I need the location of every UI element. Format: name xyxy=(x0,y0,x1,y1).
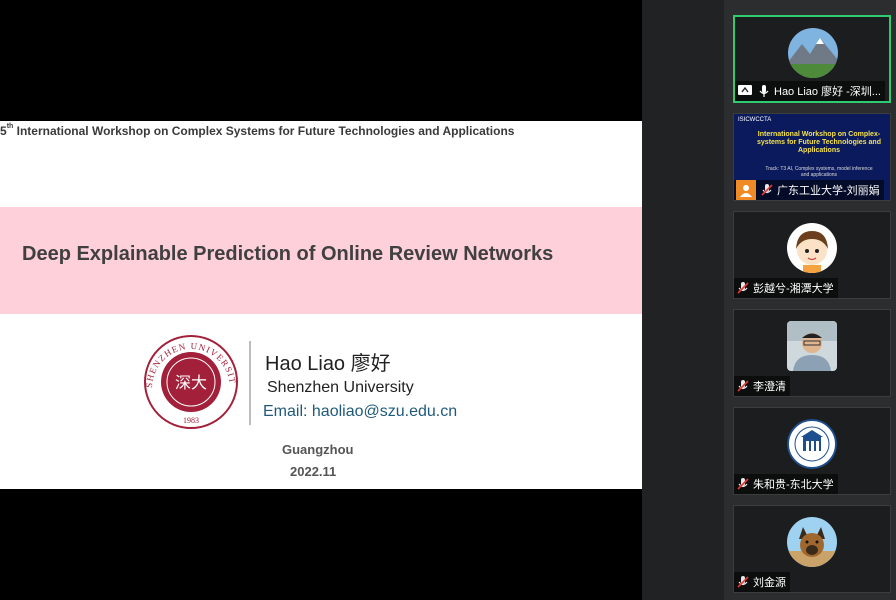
muted-microphone-icon xyxy=(760,183,774,197)
city: Guangzhou xyxy=(282,442,354,457)
participant-namebar: 广东工业大学-刘丽娟 xyxy=(734,180,884,200)
participant-panel[interactable]: Hao Liao 廖好 -深圳... ISICWCCTA Internation… xyxy=(724,0,896,600)
workshop-title: 5th International Workshop on Complex Sy… xyxy=(0,123,515,138)
affiliation: Shenzhen University xyxy=(267,379,414,396)
participant-avatar xyxy=(787,419,837,469)
author-name: Hao Liao 廖好 xyxy=(265,353,391,375)
muted-microphone-icon xyxy=(736,379,750,393)
screen-share-icon xyxy=(737,84,753,98)
participant-name: 刘金源 xyxy=(753,577,786,589)
participant-tile[interactable]: Hao Liao 廖好 -深圳... xyxy=(733,15,891,103)
participant-name: 广东工业大学-刘丽娟 xyxy=(777,185,880,197)
panel-gutter xyxy=(642,0,724,600)
talk-title: Deep Explainable Prediction of Online Re… xyxy=(22,243,554,265)
participant-avatar xyxy=(787,223,837,273)
participant-tile[interactable]: 朱和贵-东北大学 xyxy=(733,407,891,495)
muted-microphone-icon xyxy=(736,477,750,491)
participant-avatar xyxy=(788,28,838,78)
participant-name: 李澄清 xyxy=(753,381,786,393)
microphone-icon xyxy=(757,84,771,98)
participant-namebar: 朱和贵-东北大学 xyxy=(734,474,838,494)
logo-year: 1983 xyxy=(183,416,199,425)
date: 2022.11 xyxy=(290,464,337,479)
participant-tile[interactable]: ISICWCCTA International Workshop on Comp… xyxy=(733,113,891,201)
participant-tile[interactable]: 彭越兮-湘潭大学 xyxy=(733,211,891,299)
participant-tile[interactable]: 李澄清 xyxy=(733,309,891,397)
logo-center-text: 深大 xyxy=(175,373,207,392)
participant-avatar xyxy=(787,517,837,567)
user-icon xyxy=(736,180,756,200)
shared-screen: 5th International Workshop on Complex Sy… xyxy=(0,0,642,600)
mountain-photo-icon xyxy=(788,28,838,78)
participant-tile[interactable]: 刘金源 xyxy=(733,505,891,593)
university-emblem-icon xyxy=(787,419,837,469)
thumb-logo: ISICWCCTA xyxy=(738,117,772,123)
thumb-subtitle: Track: T3 AI, Complex systems, model inf… xyxy=(765,166,873,178)
cartoon-boy-icon xyxy=(787,223,837,273)
muted-microphone-icon xyxy=(736,575,750,589)
person-photo-icon xyxy=(787,321,837,371)
participant-name: 朱和贵-东北大学 xyxy=(753,479,834,491)
muted-microphone-icon xyxy=(736,281,750,295)
presentation-slide: 5th International Workshop on Complex Sy… xyxy=(0,121,642,489)
participant-namebar: 李澄清 xyxy=(734,376,790,396)
divider xyxy=(249,341,251,425)
participant-namebar: 刘金源 xyxy=(734,572,790,592)
author-email: Email: haoliao@szu.edu.cn xyxy=(263,403,458,420)
participant-name: Hao Liao 廖好 -深圳... xyxy=(774,86,881,98)
dog-photo-icon xyxy=(787,517,837,567)
participant-name: 彭越兮-湘潭大学 xyxy=(753,283,834,295)
participant-namebar: Hao Liao 廖好 -深圳... xyxy=(735,81,885,101)
university-logo: SHENZHEN UNIVERSITY 深大 1983 xyxy=(138,334,238,429)
participant-avatar xyxy=(787,321,837,371)
thumb-title: International Workshop on Complex-system… xyxy=(757,131,881,154)
title-band: Deep Explainable Prediction of Online Re… xyxy=(0,207,642,314)
participant-namebar: 彭越兮-湘潭大学 xyxy=(734,278,838,298)
